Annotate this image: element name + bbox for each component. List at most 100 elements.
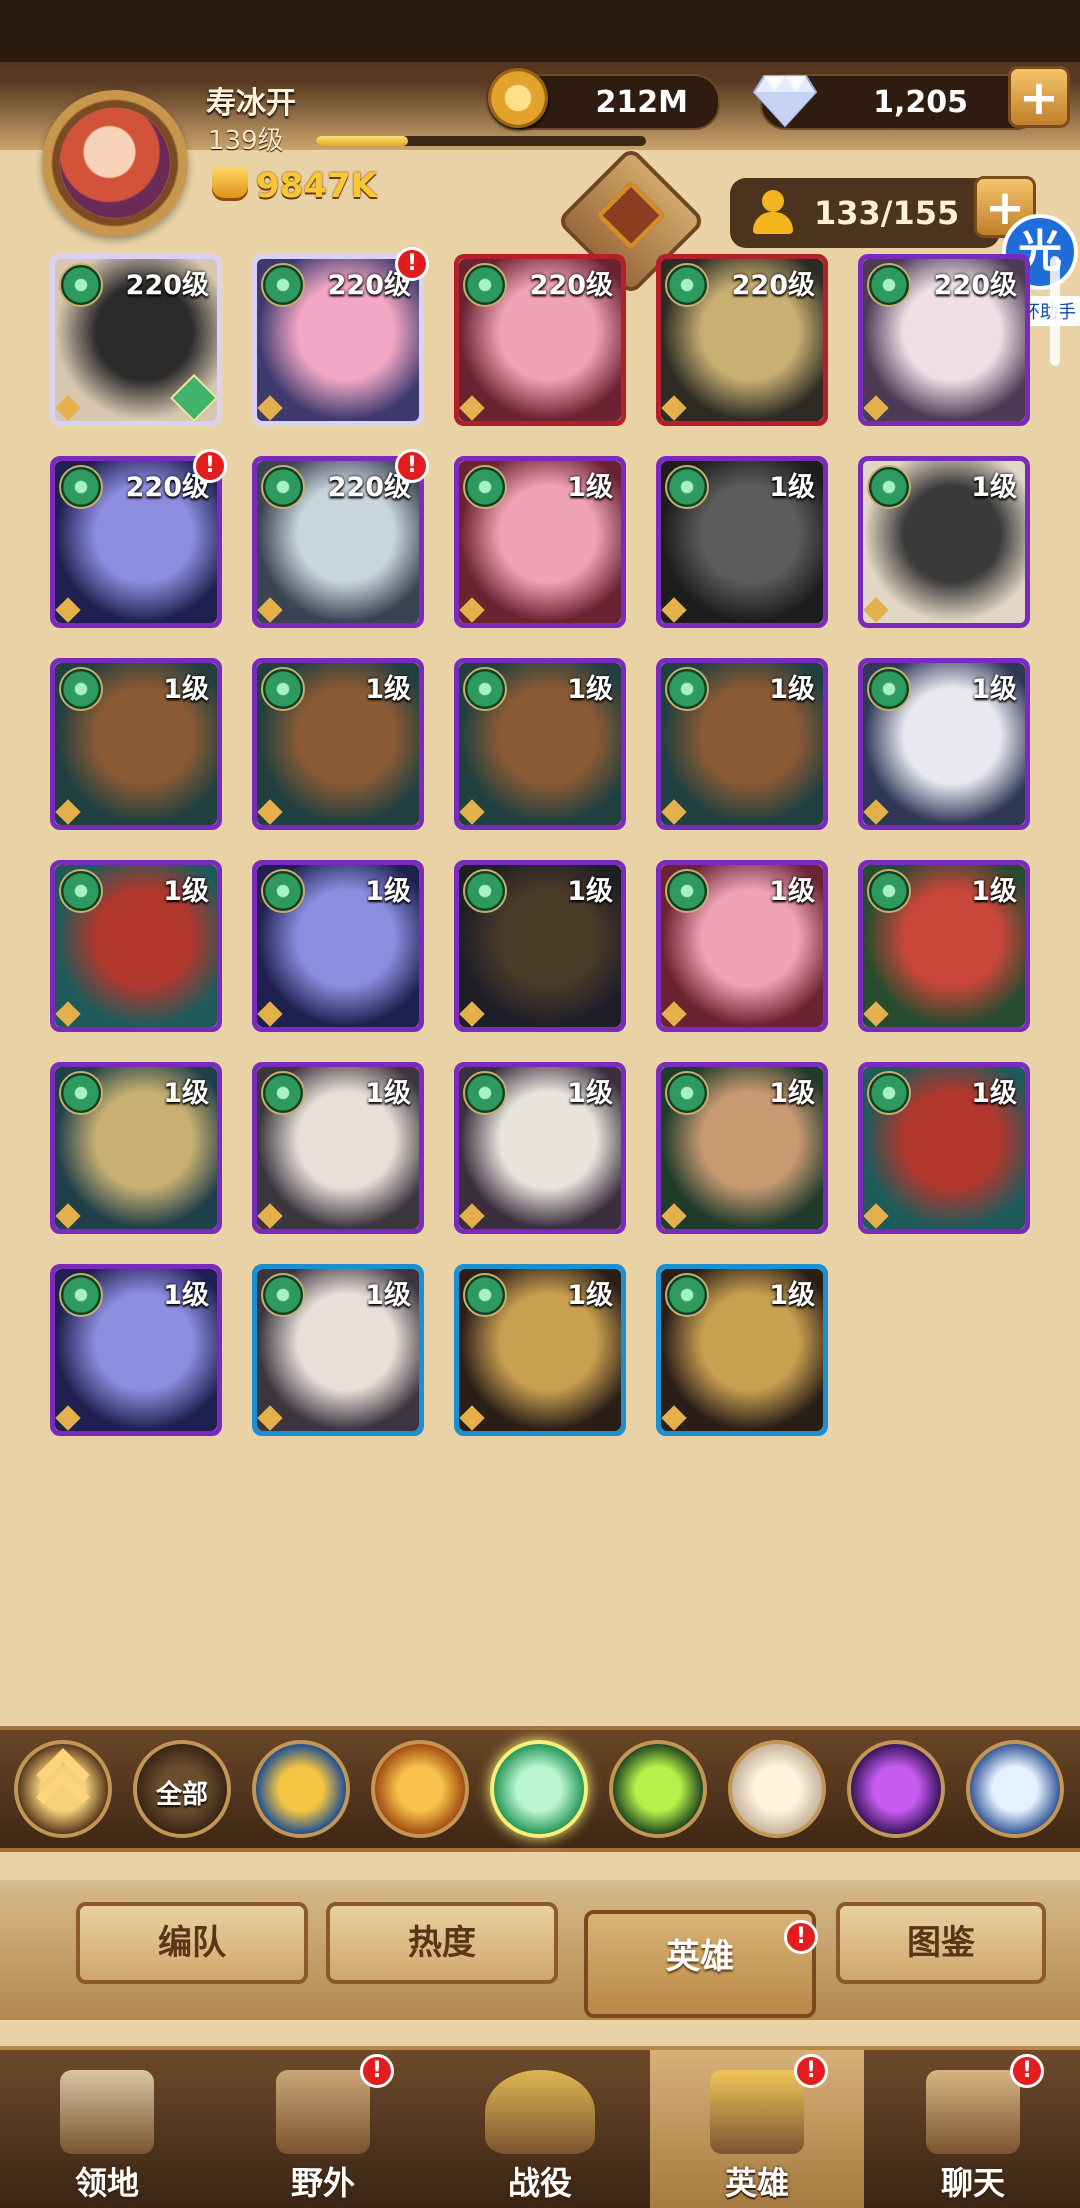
- nav-label: 英雄: [724, 2164, 789, 2202]
- faction-filter-wilder-button[interactable]: [490, 1740, 588, 1838]
- nav-alert-badge: !: [360, 2054, 394, 2088]
- hero-level: 1级: [769, 472, 815, 503]
- faction-filter-graveborn-button[interactable]: [609, 1740, 707, 1838]
- hero-level: 1级: [567, 1280, 613, 1311]
- faction-filter-mauler-button[interactable]: [371, 1740, 469, 1838]
- hero-card[interactable]: 220级: [50, 254, 222, 426]
- wilder-faction-icon: [59, 465, 103, 509]
- hero-card[interactable]: 1级: [50, 860, 222, 1032]
- hero-level: 220级: [731, 270, 815, 301]
- hero-card[interactable]: 220级: [858, 254, 1030, 426]
- hypogean-icon: [865, 1758, 927, 1820]
- hero-level: 1级: [769, 674, 815, 705]
- nav-campaign-sword[interactable]: 战役: [433, 2050, 647, 2208]
- wilder-faction-icon: [261, 1273, 305, 1317]
- emblem-crest-icon: [595, 179, 667, 251]
- hero-level: 220级: [529, 270, 613, 301]
- nav-hero-helmet[interactable]: 英雄!: [650, 2050, 864, 2208]
- hero-card[interactable]: 1级: [656, 456, 828, 628]
- wilder-faction-icon: [665, 263, 709, 307]
- hero-card[interactable]: 1级: [50, 1062, 222, 1234]
- faction-filter-rank-sort-button[interactable]: [14, 1740, 112, 1838]
- wilder-faction-icon: [867, 667, 911, 711]
- hero-card[interactable]: 1级: [50, 658, 222, 830]
- nav-alert-badge: !: [1010, 2054, 1044, 2088]
- chat-bubble-icon: [926, 2070, 1020, 2154]
- hero-helmet-icon: [710, 2070, 804, 2154]
- buy-gems-button[interactable]: +: [1008, 66, 1070, 128]
- hero-card[interactable]: 1级: [454, 456, 626, 628]
- faction-filter-lightbearer-button[interactable]: [252, 1740, 350, 1838]
- hero-level: 1级: [567, 1078, 613, 1109]
- subtab-alert-badge: !: [784, 1920, 818, 1954]
- hero-card[interactable]: 220级: [454, 254, 626, 426]
- player-avatar[interactable]: [42, 90, 188, 236]
- wilder-faction-icon: [59, 869, 103, 913]
- hero-capacity: 133/155: [730, 178, 1000, 248]
- hero-card[interactable]: 1级: [858, 1062, 1030, 1234]
- hero-card[interactable]: 1级: [252, 1264, 424, 1436]
- status-strip: [0, 0, 1080, 62]
- dimensional-icon: [984, 1758, 1046, 1820]
- hero-level: 1级: [971, 674, 1017, 705]
- faction-filter-hypogean-button[interactable]: [847, 1740, 945, 1838]
- subtab-2[interactable]: 英雄: [584, 1910, 816, 2018]
- hero-card[interactable]: 220级!: [50, 449, 227, 628]
- hero-level: 1级: [971, 472, 1017, 503]
- hero-level: 1级: [365, 1280, 411, 1311]
- hero-card[interactable]: 1级: [656, 1264, 828, 1436]
- hero-card[interactable]: 1级: [454, 658, 626, 830]
- wilder-faction-icon: [463, 1071, 507, 1115]
- hero-card[interactable]: 1级: [252, 860, 424, 1032]
- faction-filter-celestial-button[interactable]: [728, 1740, 826, 1838]
- wilder-faction-icon: [665, 869, 709, 913]
- wilder-faction-icon: [59, 1273, 103, 1317]
- wilder-faction-icon: [59, 1071, 103, 1115]
- wilder-faction-icon: [867, 869, 911, 913]
- wilder-faction-icon: [59, 263, 103, 307]
- hero-card[interactable]: 1级: [858, 860, 1030, 1032]
- hero-level: 220级: [933, 270, 1017, 301]
- wilder-faction-icon: [463, 667, 507, 711]
- hero-level: 1级: [163, 1280, 209, 1311]
- subtab-0[interactable]: 编队: [76, 1902, 308, 1984]
- hero-card[interactable]: 1级: [656, 1062, 828, 1234]
- hero-card[interactable]: 1级: [858, 456, 1030, 628]
- faction-filter-bar: 全部: [0, 1726, 1080, 1852]
- castle-icon: [60, 2070, 154, 2154]
- hero-card[interactable]: 1级: [50, 1264, 222, 1436]
- hero-level: 1级: [365, 1078, 411, 1109]
- hero-card[interactable]: 1级: [252, 1062, 424, 1234]
- alert-badge: !: [395, 247, 429, 281]
- hero-card[interactable]: 1级: [454, 1062, 626, 1234]
- scrollbar-thumb[interactable]: [1050, 256, 1060, 366]
- nav-castle[interactable]: 领地: [0, 2050, 214, 2208]
- nav-map-scroll[interactable]: 野外!: [216, 2050, 430, 2208]
- power-fist-icon: [212, 167, 248, 201]
- wilder-faction-icon: [463, 869, 507, 913]
- mauler-icon: [389, 1758, 451, 1820]
- hero-level: 1级: [769, 1280, 815, 1311]
- nav-chat-bubble[interactable]: 聊天!: [866, 2050, 1080, 2208]
- hero-level: 1级: [567, 876, 613, 907]
- hero-card[interactable]: 220级!: [252, 247, 429, 426]
- hero-card[interactable]: 220级: [656, 254, 828, 426]
- faction-filter-faction-all-button[interactable]: 全部: [133, 1740, 231, 1838]
- faction-filter-dimensional-button[interactable]: [966, 1740, 1064, 1838]
- hero-card[interactable]: 1级: [656, 860, 828, 1032]
- hero-card[interactable]: 1级: [858, 658, 1030, 830]
- subtab-3[interactable]: 图鉴: [836, 1902, 1046, 1984]
- bottom-navigation: 领地 野外! 战役 英雄! 聊天!: [0, 2046, 1080, 2208]
- gold-amount: 212M: [595, 85, 688, 120]
- hero-card[interactable]: 1级: [252, 658, 424, 830]
- wilder-faction-icon: [261, 667, 305, 711]
- subtab-1[interactable]: 热度: [326, 1902, 558, 1984]
- power-rating: 9847K: [212, 166, 377, 206]
- hero-card[interactable]: 1级: [454, 860, 626, 1032]
- hero-level: 1级: [365, 876, 411, 907]
- hero-card[interactable]: 1级: [656, 658, 828, 830]
- hero-card[interactable]: 1级: [454, 1264, 626, 1436]
- nav-label: 战役: [507, 2164, 572, 2202]
- hero-card[interactable]: 220级!: [252, 449, 429, 628]
- hero-capacity-value: 133/155: [814, 194, 960, 232]
